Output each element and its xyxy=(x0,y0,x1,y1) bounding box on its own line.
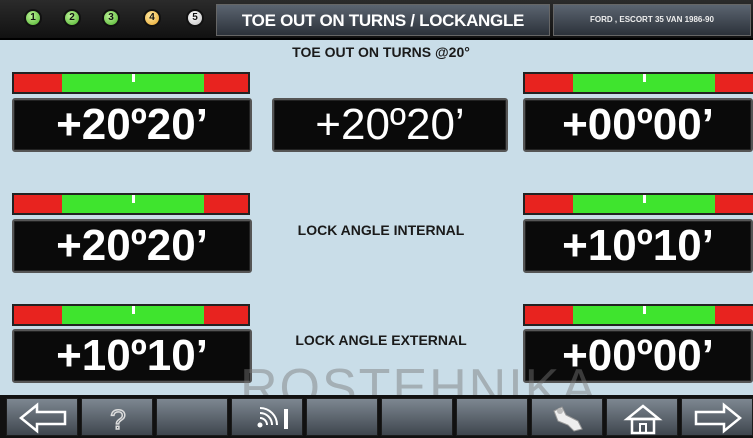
home-button[interactable] xyxy=(606,398,678,436)
gauge-red-right xyxy=(204,74,248,92)
left-value-3: +10º10’ xyxy=(12,329,252,383)
gauge-red-right xyxy=(715,306,753,324)
right-value-2: +10º10’ xyxy=(523,219,753,273)
gauge-red-left xyxy=(525,74,573,92)
gauge-center-tick xyxy=(132,306,135,314)
home-icon xyxy=(623,404,663,435)
forward-arrow-icon xyxy=(694,402,742,434)
help-icon: ? xyxy=(109,403,126,436)
right-value-3: +00º00’ xyxy=(523,329,753,383)
gauge-red-left xyxy=(14,195,62,213)
signal-icon xyxy=(257,407,288,429)
left-gauge-2 xyxy=(12,193,250,215)
gauge-red-right xyxy=(204,306,248,324)
right-gauge-2 xyxy=(523,193,753,215)
title-panel: TOE OUT ON TURNS / LOCKANGLE xyxy=(216,4,550,36)
gauge-red-left xyxy=(14,306,62,324)
page-title: TOE OUT ON TURNS / LOCKANGLE xyxy=(241,11,525,30)
gauge-red-left xyxy=(525,195,573,213)
left-value-2: +20º20’ xyxy=(12,219,252,273)
vehicle-panel: FORD , ESCORT 35 VAN 1986-90 xyxy=(553,4,751,36)
step-4-button[interactable]: 4 xyxy=(143,9,161,27)
header-bar: 1 2 3 4 5 TOE OUT ON TURNS / LOCKANGLE F… xyxy=(0,0,753,40)
help-button[interactable]: ? xyxy=(81,398,153,436)
step-5-button[interactable]: 5 xyxy=(186,9,204,27)
gauge-red-right xyxy=(715,195,753,213)
gauge-center-tick xyxy=(132,74,135,82)
right-value-1: +00º00’ xyxy=(523,98,753,152)
gauge-red-right xyxy=(715,74,753,92)
right-gauge-3 xyxy=(523,304,753,326)
gauge-red-left xyxy=(525,306,573,324)
center-value: +20º20’ xyxy=(272,98,508,152)
left-gauge-1 xyxy=(12,72,250,94)
gauge-center-tick xyxy=(643,74,646,82)
lock-angle-internal-label: LOCK ANGLE INTERNAL xyxy=(297,222,465,238)
back-arrow-icon xyxy=(19,402,67,434)
step-1-button[interactable]: 1 xyxy=(24,9,42,27)
step-3-button[interactable]: 3 xyxy=(102,9,120,27)
blank-button-2[interactable] xyxy=(306,398,378,436)
blank-button-1[interactable] xyxy=(156,398,228,436)
gauge-center-tick xyxy=(132,195,135,203)
wrench-icon xyxy=(553,406,583,432)
gauge-red-right xyxy=(204,195,248,213)
bottom-toolbar: ? xyxy=(0,395,753,438)
toe-out-label: TOE OUT ON TURNS @20° xyxy=(292,44,470,60)
blank-button-3[interactable] xyxy=(381,398,453,436)
left-gauge-3 xyxy=(12,304,250,326)
gauge-center-tick xyxy=(643,195,646,203)
tools-button[interactable] xyxy=(531,398,603,436)
vehicle-name: FORD , ESCORT 35 VAN 1986-90 xyxy=(590,15,714,24)
gauge-red-left xyxy=(14,74,62,92)
back-button[interactable] xyxy=(6,398,78,436)
lock-angle-external-label: LOCK ANGLE EXTERNAL xyxy=(295,332,467,348)
blank-button-4[interactable] xyxy=(456,398,528,436)
right-gauge-1 xyxy=(523,72,753,94)
left-value-1: +20º20’ xyxy=(12,98,252,152)
forward-button[interactable] xyxy=(681,398,753,436)
signal-button[interactable] xyxy=(231,398,303,436)
svg-text:?: ? xyxy=(110,404,126,435)
step-2-button[interactable]: 2 xyxy=(63,9,81,27)
gauge-center-tick xyxy=(643,306,646,314)
